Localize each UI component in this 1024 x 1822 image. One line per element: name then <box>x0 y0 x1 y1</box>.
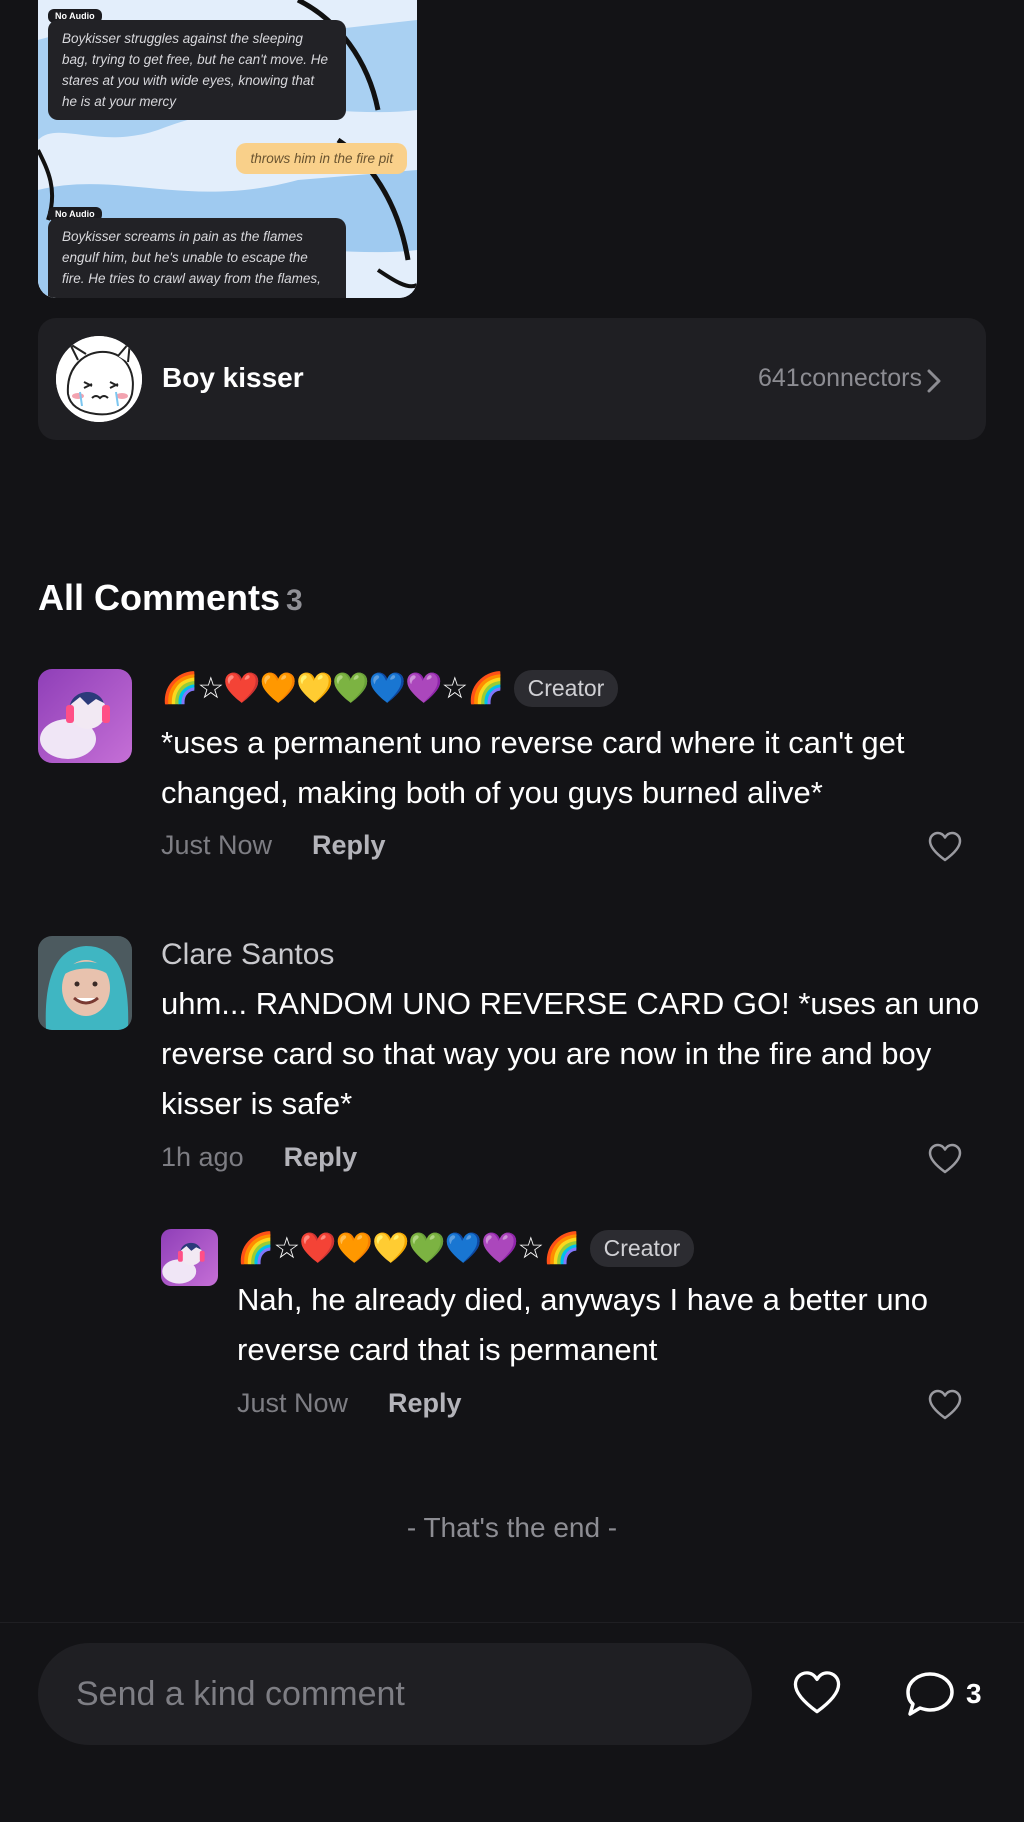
comment-header: Clare Santos <box>161 938 334 972</box>
character-card[interactable]: Boy kisser 641connectors <box>38 318 986 440</box>
chevron-right-icon[interactable] <box>926 368 942 394</box>
comment-header: 🌈☆❤️🧡💛💚💙💜☆🌈 Creator <box>161 670 619 707</box>
avatar[interactable] <box>161 1229 218 1286</box>
heart-icon[interactable] <box>928 1389 962 1421</box>
comment-header: 🌈☆❤️🧡💛💚💙💜☆🌈 Creator <box>237 1230 695 1267</box>
comments-heading: All Comments 3 <box>38 577 303 619</box>
reply-button[interactable]: Reply <box>284 1142 358 1173</box>
comment-text: *uses a permanent uno reverse card where… <box>161 725 905 810</box>
comment-time: Just Now <box>161 830 273 860</box>
bottom-comment-bar: 3 <box>0 1622 1024 1822</box>
comment-username[interactable]: 🌈☆❤️🧡💛💚💙💜☆🌈 <box>161 671 505 706</box>
comment-text: uhm... RANDOM UNO REVERSE CARD GO! *uses… <box>161 986 980 1121</box>
character-avatar <box>56 336 142 422</box>
comment-count: 3 <box>966 1678 982 1709</box>
heart-icon[interactable] <box>792 1670 842 1716</box>
reply-button[interactable]: Reply <box>388 1388 462 1419</box>
chat-preview-image[interactable]: No Audio Boykisser struggles against the… <box>38 0 417 298</box>
comment-time: Just Now <box>237 1388 349 1418</box>
comment-bubble-icon <box>906 1672 954 1716</box>
ai-message-bubble: Boykisser screams in pain as the flames … <box>48 218 346 298</box>
creator-badge: Creator <box>513 670 619 707</box>
creator-badge: Creator <box>589 1230 695 1267</box>
connectors-count[interactable]: 641connectors <box>758 364 922 393</box>
ai-message-bubble: Boykisser struggles against the sleeping… <box>48 20 346 120</box>
character-name: Boy kisser <box>162 362 304 393</box>
comment-meta: Just Now Reply <box>161 830 386 861</box>
comment-input[interactable] <box>38 1643 752 1745</box>
comment-username[interactable]: 🌈☆❤️🧡💛💚💙💜☆🌈 <box>237 1231 581 1266</box>
heart-icon[interactable] <box>928 831 962 863</box>
comment-username[interactable]: Clare Santos <box>161 938 334 972</box>
comment-meta: Just Now Reply <box>237 1388 462 1419</box>
user-message-bubble: throws him in the fire pit <box>236 143 407 174</box>
end-of-list-note: - That's the end - <box>406 1512 618 1543</box>
heart-icon[interactable] <box>928 1143 962 1175</box>
comment-text: Nah, he already died, anyways I have a b… <box>237 1282 929 1367</box>
comment-meta: 1h ago Reply <box>161 1142 357 1173</box>
reply-button[interactable]: Reply <box>312 830 386 861</box>
comment-time: 1h ago <box>161 1142 244 1172</box>
comments-title: All Comments <box>38 577 281 618</box>
avatar[interactable] <box>38 936 132 1030</box>
comments-count: 3 <box>286 584 303 617</box>
avatar[interactable] <box>38 669 132 763</box>
comments-button[interactable]: 3 <box>904 1670 982 1718</box>
